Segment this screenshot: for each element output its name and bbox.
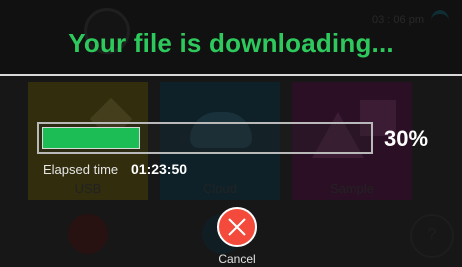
dialog-divider <box>0 74 462 76</box>
elapsed-time-label: Elapsed time <box>43 162 119 177</box>
elapsed-time-value: 01:23:50 <box>131 161 188 177</box>
download-progress-bar <box>37 122 373 154</box>
cancel-button[interactable] <box>217 207 257 247</box>
cancel-label: Cancel <box>218 252 256 266</box>
dialog-title: Your file is downloading... <box>68 28 394 58</box>
progress-percent: 30% <box>384 126 429 151</box>
progress-fill <box>42 127 140 149</box>
close-icon <box>228 218 246 236</box>
